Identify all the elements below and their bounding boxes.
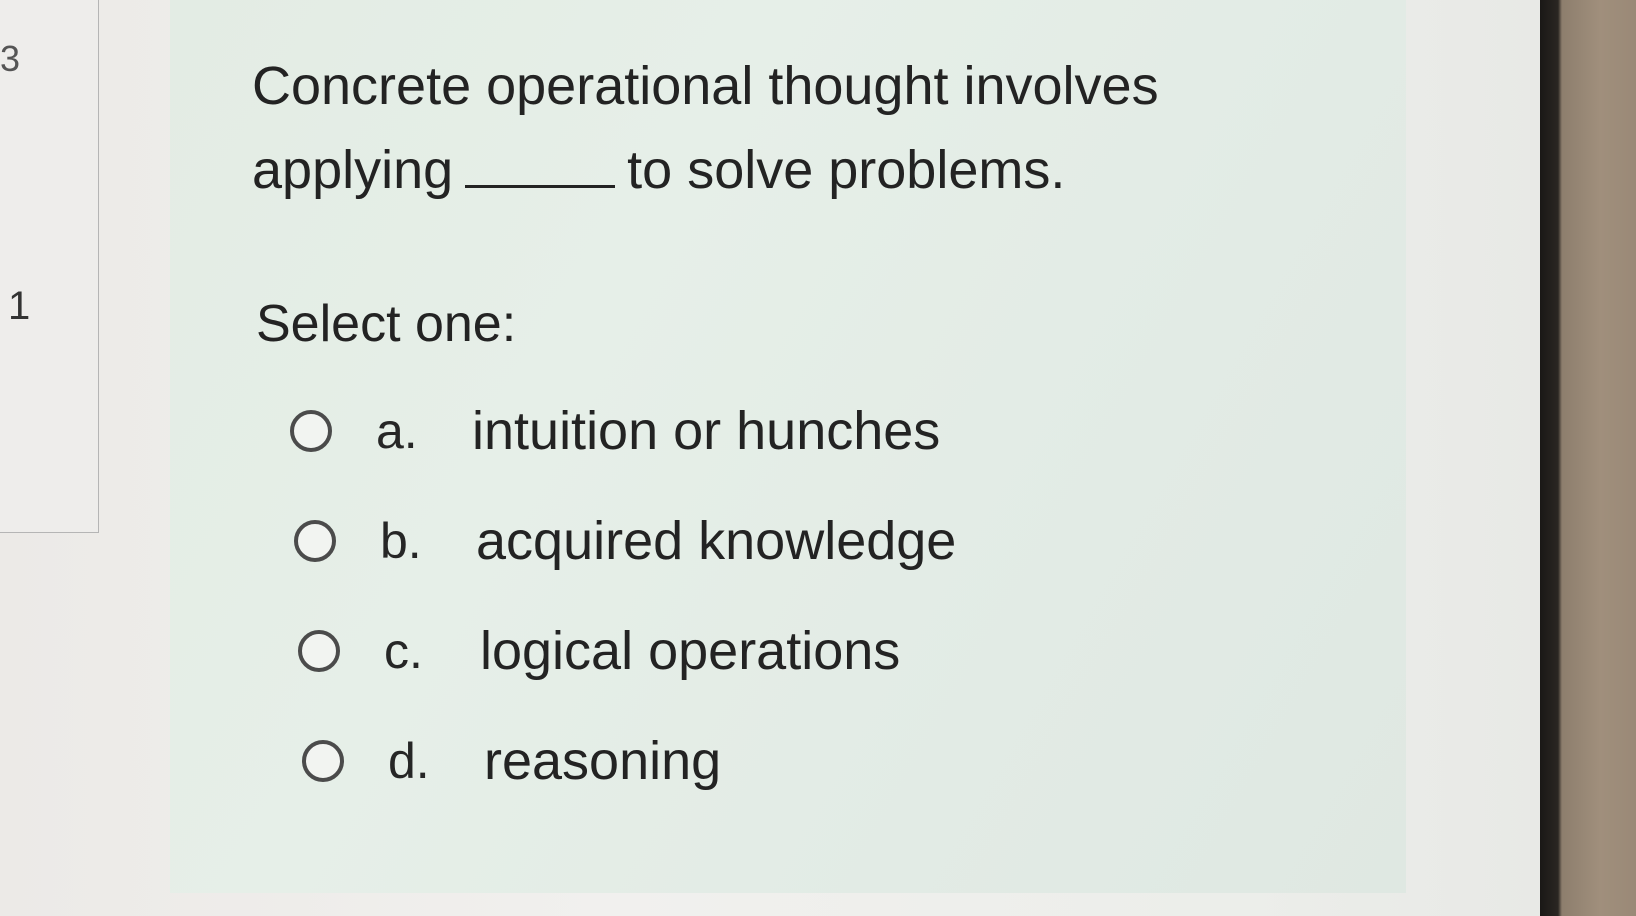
question-text-after-blank: to solve problems. <box>627 140 1066 200</box>
option-c-text[interactable]: logical operations <box>480 620 900 682</box>
option-a-letter: a. <box>376 403 418 459</box>
option-b[interactable]: b. acquired knowledge <box>294 510 956 572</box>
option-d[interactable]: d. reasoning <box>302 730 721 792</box>
screen: 3 1 Concrete operational thought involve… <box>0 0 1540 916</box>
option-c[interactable]: c. logical operations <box>298 620 900 682</box>
radio-button-b[interactable] <box>294 520 336 562</box>
option-a[interactable]: a. intuition or hunches <box>290 400 940 462</box>
question-info-panel: 3 1 <box>0 0 99 533</box>
option-b-letter: b. <box>380 513 422 569</box>
fill-in-blank <box>465 133 616 188</box>
option-d-text[interactable]: reasoning <box>484 730 721 792</box>
radio-button-d[interactable] <box>302 740 344 782</box>
option-d-letter: d. <box>388 733 430 789</box>
question-text: Concrete operational thought involves ap… <box>252 44 1352 212</box>
option-a-text[interactable]: intuition or hunches <box>472 400 940 462</box>
edge-mark: 3 <box>0 38 21 79</box>
option-c-letter: c. <box>384 623 423 679</box>
select-one-prompt: Select one: <box>256 295 517 353</box>
option-b-text[interactable]: acquired knowledge <box>476 510 956 572</box>
radio-button-a[interactable] <box>290 410 332 452</box>
monitor-bezel <box>1540 0 1636 916</box>
radio-button-c[interactable] <box>298 630 340 672</box>
question-number: 1 <box>8 284 31 328</box>
